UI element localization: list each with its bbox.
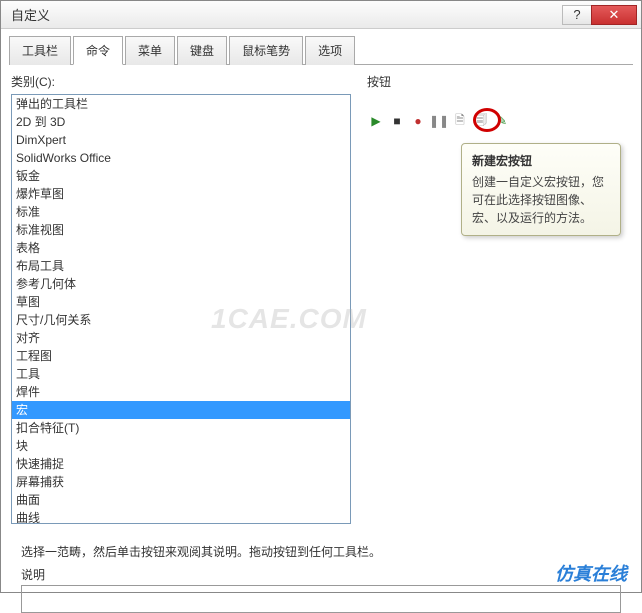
instruction-text: 选择一范畴，然后单击按钮来观阅其说明。拖动按钮到任何工具栏。 <box>21 543 621 560</box>
category-item[interactable]: 爆炸草图 <box>12 185 350 203</box>
macro-buttons-strip: ▶■●❚❚🗎🗐✎ <box>367 112 631 130</box>
tab-5[interactable]: 选项 <box>305 36 355 65</box>
category-item[interactable]: 标准 <box>12 203 350 221</box>
category-panel: 类别(C): 弹出的工具栏2D 到 3DDimXpertSolidWorks O… <box>11 73 351 535</box>
category-item[interactable]: 2D 到 3D <box>12 113 350 131</box>
category-item[interactable]: 工程图 <box>12 347 350 365</box>
category-item[interactable]: 块 <box>12 437 350 455</box>
category-label: 类别(C): <box>11 73 351 90</box>
category-item[interactable]: 草图 <box>12 293 350 311</box>
category-item[interactable]: 对齐 <box>12 329 350 347</box>
play-icon[interactable]: ▶ <box>367 112 385 130</box>
edit-doc-icon[interactable]: 🗐 <box>472 112 490 130</box>
category-item[interactable]: 曲线 <box>12 509 350 524</box>
description-box <box>21 585 621 613</box>
category-listbox[interactable]: 弹出的工具栏2D 到 3DDimXpertSolidWorks Office钣金… <box>11 94 351 524</box>
description-area: 说明 <box>21 566 621 613</box>
customize-dialog: 自定义 ? ✕ 工具栏命令菜单键盘鼠标笔势选项 类别(C): 弹出的工具栏2D … <box>0 0 642 593</box>
category-item[interactable]: 宏 <box>12 401 350 419</box>
tab-0[interactable]: 工具栏 <box>9 36 71 65</box>
content-area: 类别(C): 弹出的工具栏2D 到 3DDimXpertSolidWorks O… <box>1 65 641 535</box>
category-item[interactable]: 弹出的工具栏 <box>12 95 350 113</box>
category-item[interactable]: 曲面 <box>12 491 350 509</box>
buttons-panel: 按钮 ▶■●❚❚🗎🗐✎ 新建宏按钮 创建一自定义宏按钮，您可在此选择按钮图像、宏… <box>351 73 631 535</box>
category-item[interactable]: 钣金 <box>12 167 350 185</box>
stop-icon[interactable]: ■ <box>388 112 406 130</box>
category-item[interactable]: 参考几何体 <box>12 275 350 293</box>
buttons-label: 按钮 <box>367 73 631 90</box>
category-item[interactable]: 尺寸/几何关系 <box>12 311 350 329</box>
category-item[interactable]: 快速捕捉 <box>12 455 350 473</box>
close-button[interactable]: ✕ <box>591 5 637 25</box>
record-pause-icon[interactable]: ● <box>409 112 427 130</box>
category-item[interactable]: 焊件 <box>12 383 350 401</box>
category-item[interactable]: 扣合特征(T) <box>12 419 350 437</box>
category-item[interactable]: 表格 <box>12 239 350 257</box>
category-item[interactable]: SolidWorks Office <box>12 149 350 167</box>
tooltip-body: 创建一自定义宏按钮，您可在此选择按钮图像、宏、以及运行的方法。 <box>472 173 610 227</box>
tab-1[interactable]: 命令 <box>73 36 123 65</box>
tab-3[interactable]: 键盘 <box>177 36 227 65</box>
category-item[interactable]: 标准视图 <box>12 221 350 239</box>
category-item[interactable]: 屏幕捕获 <box>12 473 350 491</box>
help-button[interactable]: ? <box>562 5 592 25</box>
dialog-title: 自定义 <box>11 5 50 24</box>
description-label: 说明 <box>21 566 621 583</box>
category-item[interactable]: 工具 <box>12 365 350 383</box>
tooltip-title: 新建宏按钮 <box>472 152 610 169</box>
titlebar: 自定义 ? ✕ <box>1 1 641 29</box>
new-macro-icon[interactable]: ✎ <box>493 112 511 130</box>
tooltip: 新建宏按钮 创建一自定义宏按钮，您可在此选择按钮图像、宏、以及运行的方法。 <box>461 143 621 236</box>
pause-icon[interactable]: ❚❚ <box>430 112 448 130</box>
tab-4[interactable]: 鼠标笔势 <box>229 36 303 65</box>
doc-icon[interactable]: 🗎 <box>451 112 469 130</box>
category-item[interactable]: DimXpert <box>12 131 350 149</box>
titlebar-buttons: ? ✕ <box>563 5 637 25</box>
tabs: 工具栏命令菜单键盘鼠标笔势选项 <box>9 35 633 65</box>
tab-2[interactable]: 菜单 <box>125 36 175 65</box>
category-item[interactable]: 布局工具 <box>12 257 350 275</box>
